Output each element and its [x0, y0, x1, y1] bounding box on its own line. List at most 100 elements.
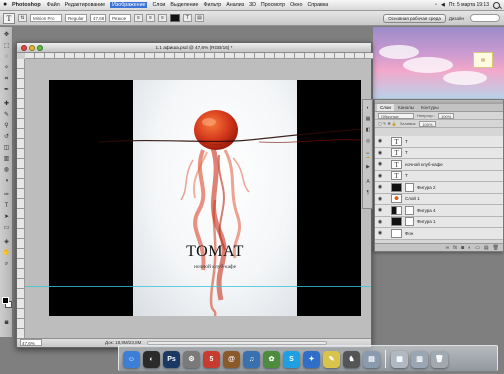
warp-text-icon[interactable]: T — [183, 14, 192, 22]
link-layers-icon[interactable]: ∞ — [446, 245, 450, 251]
swatches-panel-icon[interactable]: ▦ — [364, 115, 372, 123]
lasso-tool-icon[interactable]: ◌ — [2, 53, 11, 62]
history-panel-icon[interactable]: ⌛ — [364, 152, 372, 160]
menu-view[interactable]: Просмотр — [261, 2, 285, 8]
visibility-eye-icon[interactable]: ◉ — [375, 150, 385, 156]
layer-thumbnail[interactable] — [391, 205, 402, 215]
dock-iphoto-icon[interactable]: ✿ — [263, 351, 280, 368]
minimize-window-button[interactable] — [29, 45, 35, 51]
tab-channels[interactable]: Каналы — [395, 104, 417, 111]
layer-name[interactable]: Т — [405, 150, 408, 155]
text-layer-thumbnail[interactable]: T — [391, 159, 402, 169]
quick-mask-icon[interactable]: ◙ — [2, 319, 11, 328]
spotlight-search-icon[interactable] — [493, 1, 500, 9]
layer-style-icon[interactable]: fx — [453, 245, 457, 251]
menu-filter[interactable]: Фильтр — [203, 2, 221, 8]
dock-finder-icon[interactable]: ☺ — [123, 351, 140, 368]
dodge-tool-icon[interactable]: ◑ — [2, 177, 11, 186]
layer-row[interactable]: ◉ T Т — [375, 170, 503, 182]
tab-layers[interactable]: Слои — [377, 104, 394, 111]
layer-name[interactable]: Фигура 4 — [417, 208, 436, 213]
layer-mask-thumbnail[interactable] — [405, 217, 414, 227]
font-size-field[interactable]: 47,68 — [90, 14, 106, 22]
dock-documents-stack-icon[interactable]: ▦ — [391, 351, 408, 368]
marquee-tool-icon[interactable]: ⬚ — [2, 42, 11, 51]
visibility-eye-icon[interactable]: ◉ — [375, 207, 385, 213]
menu-edit[interactable]: Редактирование — [65, 2, 105, 8]
menu-layers[interactable]: Слои — [152, 2, 165, 8]
visibility-eye-icon[interactable]: ◉ — [375, 173, 385, 179]
dock-ical-icon[interactable]: 5 — [203, 351, 220, 368]
quick-select-tool-icon[interactable]: ✧ — [2, 64, 11, 73]
align-left-icon[interactable]: ≡ — [134, 14, 143, 22]
menu-analysis[interactable]: Анализ — [226, 2, 244, 8]
text-layer-thumbnail[interactable]: T — [391, 171, 402, 181]
adjustments-panel-icon[interactable]: ◧ — [364, 126, 372, 134]
clone-stamp-tool-icon[interactable]: ⚲ — [2, 122, 11, 131]
app-name-menu[interactable]: Photoshop — [12, 2, 41, 8]
opacity-field[interactable]: 100% — [437, 112, 455, 119]
color-panel-icon[interactable]: ◐ — [364, 104, 372, 112]
layer-row[interactable]: ◉ Фигура 4 — [375, 205, 503, 217]
dock-stickies-icon[interactable]: ✎ — [323, 351, 340, 368]
volume-icon[interactable]: ◀ — [441, 2, 445, 8]
eraser-tool-icon[interactable]: ◫ — [2, 144, 11, 153]
new-layer-icon[interactable]: ▤ — [484, 245, 489, 251]
align-center-icon[interactable]: ≡ — [146, 14, 155, 22]
text-layer-thumbnail[interactable]: T — [391, 136, 402, 146]
gradient-tool-icon[interactable]: ▥ — [2, 155, 11, 164]
layer-row[interactable]: ◉ T Т — [375, 147, 503, 159]
dock-photoshop-icon[interactable]: Ps — [163, 351, 180, 368]
visibility-eye-icon[interactable]: ◉ — [375, 219, 385, 225]
eyedropper-tool-icon[interactable]: ✒ — [2, 86, 11, 95]
layer-thumbnail[interactable] — [391, 228, 402, 238]
menu-3d[interactable]: 3D — [249, 2, 256, 8]
pasteboard[interactable]: ТОМАТ ночной клуб-кафе — [25, 59, 371, 339]
type-tool-preset-icon[interactable]: T — [3, 12, 15, 24]
dock-address-book-icon[interactable]: @ — [223, 351, 240, 368]
layer-row[interactable]: ◉ Слой 1 — [375, 193, 503, 205]
layer-mask-thumbnail[interactable] — [405, 182, 414, 192]
document-canvas[interactable]: ТОМАТ ночной клуб-кафе — [49, 80, 361, 316]
layer-row[interactable]: ◉ Tночной клуб-кафе — [375, 159, 503, 171]
cs-live-search-field[interactable] — [470, 14, 500, 22]
desktop-note-icon[interactable]: ▤ — [473, 52, 493, 68]
dock-skype-icon[interactable]: S — [283, 351, 300, 368]
layer-thumbnail[interactable] — [391, 182, 402, 192]
paragraph-panel-icon[interactable]: ¶ — [364, 189, 372, 197]
brush-tool-icon[interactable]: ✎ — [2, 111, 11, 120]
blend-mode-select[interactable]: Обычные — [378, 112, 414, 119]
align-right-icon[interactable]: ≡ — [158, 14, 167, 22]
layer-name[interactable]: Фон — [405, 231, 413, 236]
layer-mask-thumbnail[interactable] — [405, 205, 414, 215]
layer-thumbnail[interactable] — [391, 194, 402, 204]
horizontal-guide-line[interactable] — [25, 286, 371, 287]
type-tool-icon[interactable]: T — [2, 202, 11, 211]
dock-chess-icon[interactable]: ♞ — [343, 351, 360, 368]
dock-dashboard-icon[interactable]: ◐ — [143, 351, 160, 368]
add-mask-icon[interactable]: ◙ — [461, 245, 464, 251]
dock-trash-icon[interactable]: 🗑 — [431, 351, 448, 368]
zoom-level-field[interactable]: 47,6% — [20, 339, 42, 346]
layer-name[interactable]: Т — [405, 139, 408, 144]
font-style-select[interactable]: Regular — [65, 14, 87, 22]
lock-icons[interactable]: ▢ ✎ ✥ 🔒 — [378, 121, 397, 126]
layer-row[interactable]: ◉ Фон — [375, 228, 503, 240]
3d-rotate-tool-icon[interactable]: ◈ — [2, 238, 11, 247]
new-group-icon[interactable]: ▭ — [475, 245, 480, 251]
dock-itunes-icon[interactable]: ♫ — [243, 351, 260, 368]
menu-file[interactable]: Файл — [47, 2, 60, 8]
blur-tool-icon[interactable]: ◍ — [2, 166, 11, 175]
wifi-icon[interactable]: ◔ — [434, 2, 437, 8]
menu-window[interactable]: Окно — [290, 2, 302, 8]
font-family-select[interactable]: Minion Pro — [30, 14, 62, 22]
healing-brush-tool-icon[interactable]: ✚ — [2, 100, 11, 109]
menu-select[interactable]: Выделение — [170, 2, 198, 8]
close-window-button[interactable] — [21, 45, 27, 51]
actions-panel-icon[interactable]: ▶ — [364, 163, 372, 171]
text-orientation-icon[interactable]: ⇅ — [18, 14, 27, 22]
foreground-color-swatch[interactable] — [2, 297, 9, 304]
dock-downloads-stack-icon[interactable]: ▥ — [411, 351, 428, 368]
layer-row[interactable]: ◉ T Т — [375, 136, 503, 148]
adjustment-layer-icon[interactable]: ◐ — [468, 245, 471, 251]
